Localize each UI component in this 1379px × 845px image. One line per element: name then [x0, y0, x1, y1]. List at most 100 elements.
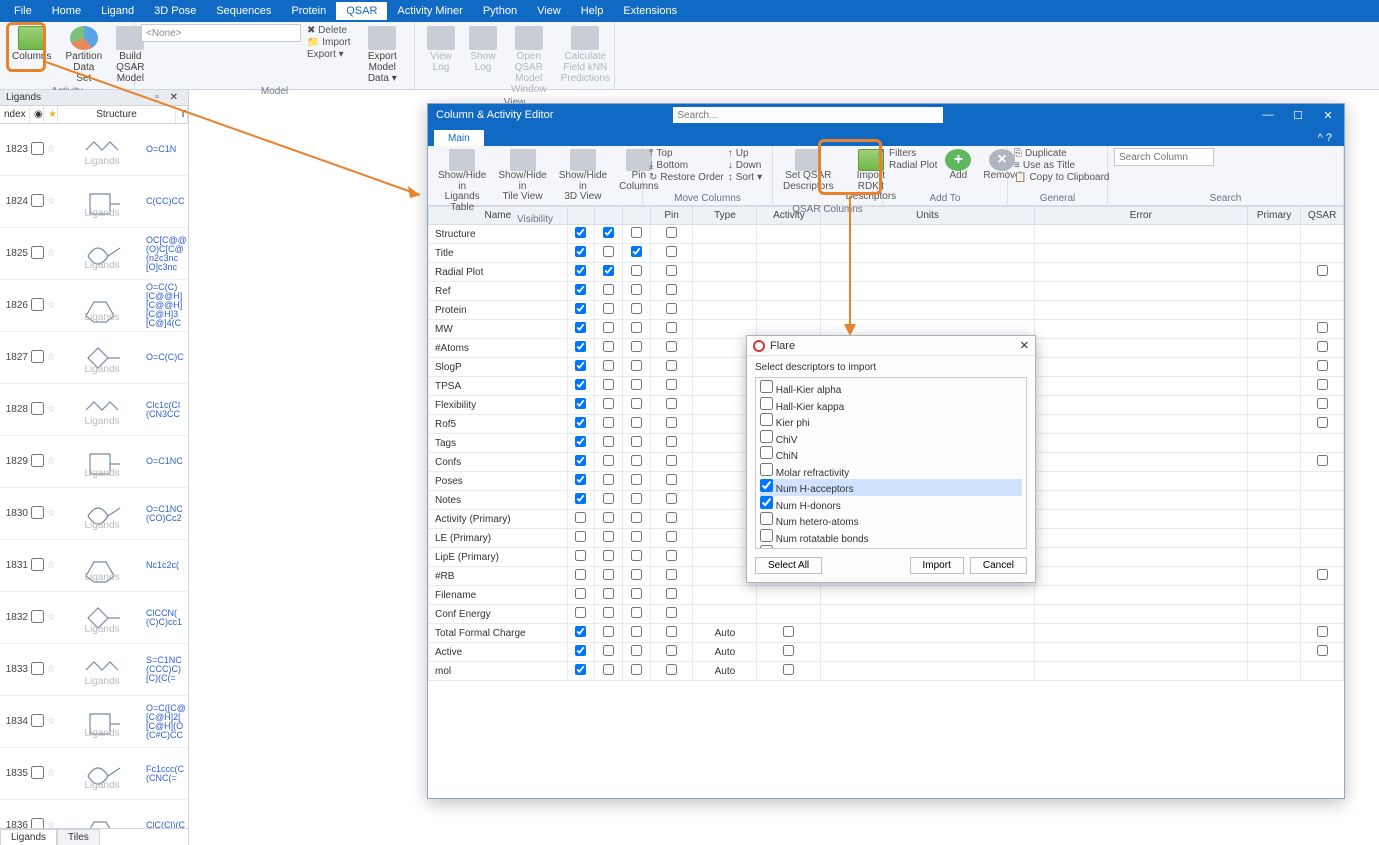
table-row[interactable]: molAuto [429, 662, 1344, 681]
close-icon[interactable]: ✕ [1320, 109, 1336, 122]
menu-view[interactable]: View [527, 2, 571, 20]
tab-tiles[interactable]: Tiles [57, 829, 100, 845]
table-header[interactable]: Error [1034, 207, 1247, 225]
descriptor-item[interactable]: Hall-Kier kappa [760, 397, 1022, 414]
star-icon[interactable]: ☆ [44, 716, 58, 727]
panel-controls[interactable]: ▫ ✕ [155, 92, 182, 103]
descriptor-item[interactable]: Molar refractivity [760, 463, 1022, 480]
menu-3d-pose[interactable]: 3D Pose [144, 2, 206, 20]
partition-button[interactable]: PartitionData Set [59, 24, 108, 86]
sort[interactable]: ↕ Sort ▾ [728, 172, 762, 183]
ligand-row[interactable]: 1824☆LigandsC(CC)CC [0, 176, 188, 228]
descriptor-item[interactable]: Num rotatable bonds [760, 529, 1022, 546]
ligand-checkbox[interactable] [30, 662, 44, 678]
star-icon[interactable]: ☆ [44, 560, 58, 571]
dialog-close-icon[interactable]: ✕ [1020, 339, 1029, 352]
columns-button[interactable]: Columns [6, 24, 57, 64]
descriptor-item[interactable]: Kier phi [760, 413, 1022, 430]
descriptor-item[interactable]: Num H-donors [760, 496, 1022, 513]
restore-order[interactable]: ↻ Restore Order [649, 172, 724, 183]
ligand-checkbox[interactable] [30, 194, 44, 210]
editor-titlebar[interactable]: Column & Activity Editor — ☐ ✕ [428, 104, 1344, 126]
star-icon[interactable]: ☆ [44, 144, 58, 155]
use-as-title-link[interactable]: ≡ Use as Title [1014, 160, 1110, 171]
tab-ligands[interactable]: Ligands [0, 829, 57, 845]
descriptor-item[interactable]: Num H-acceptors [760, 479, 1022, 496]
col-index[interactable]: ndex [0, 106, 30, 123]
ligands-list[interactable]: 1823☆LigandsO=C1N1824☆LigandsC(CC)CC1825… [0, 124, 188, 828]
ligand-row[interactable]: 1833☆LigandsS=C1NC(CCC)C)[C)(C(= [0, 644, 188, 696]
select-all-button[interactable]: Select All [755, 557, 822, 574]
star-icon[interactable]: ☆ [44, 820, 58, 828]
ligand-checkbox[interactable] [30, 506, 44, 522]
ligand-checkbox[interactable] [30, 298, 44, 314]
add-button[interactable]: Add [941, 148, 975, 183]
star-icon[interactable]: ☆ [44, 196, 58, 207]
ligand-checkbox[interactable] [30, 454, 44, 470]
help-icon[interactable]: ^ ? [1312, 130, 1338, 146]
menu-activity-miner[interactable]: Activity Miner [387, 2, 472, 20]
move-down[interactable]: ↓ Down [728, 160, 762, 171]
table-header[interactable]: Primary [1247, 207, 1300, 225]
menu-ligand[interactable]: Ligand [91, 2, 144, 20]
table-header[interactable]: Pin [650, 207, 693, 225]
editor-search-input[interactable] [673, 107, 943, 123]
menu-python[interactable]: Python [473, 2, 527, 20]
ligand-row[interactable]: 1834☆LigandsO=C([C@[C@H]2[[C@H](O(C#C)CC [0, 696, 188, 748]
ligand-row[interactable]: 1828☆LigandsClc1c(Cl(CN3CC [0, 384, 188, 436]
star-icon[interactable]: ☆ [44, 508, 58, 519]
table-header[interactable]: QSAR [1301, 207, 1344, 225]
col-structure[interactable]: Structure [58, 106, 176, 123]
model-dropdown[interactable] [141, 24, 301, 42]
show-hide-3d-view[interactable]: Show/Hide in3D View [555, 148, 611, 204]
table-row[interactable]: Total Formal ChargeAuto [429, 624, 1344, 643]
table-row[interactable]: Radial Plot [429, 263, 1344, 282]
table-row[interactable]: Protein [429, 301, 1344, 320]
ligand-row[interactable]: 1836☆LigandsClC(Cl)(C [0, 800, 188, 828]
menu-home[interactable]: Home [42, 2, 91, 20]
ligand-row[interactable]: 1826☆LigandsO=C(C)[C@@H][C@@H][C@H]3[C@]… [0, 280, 188, 332]
table-row[interactable]: Structure [429, 225, 1344, 244]
star-icon[interactable]: ☆ [44, 768, 58, 779]
show-hide-tile-view[interactable]: Show/Hide inTile View [494, 148, 550, 204]
ligand-checkbox[interactable] [30, 766, 44, 782]
ligand-row[interactable]: 1830☆LigandsO=C1NC(CO)Cc2 [0, 488, 188, 540]
ligand-checkbox[interactable] [30, 350, 44, 366]
ligand-row[interactable]: 1832☆LigandsClCCN((C)C)cc1 [0, 592, 188, 644]
star-icon[interactable]: ☆ [44, 248, 58, 259]
import-model[interactable]: 📁 Import [307, 37, 351, 48]
search-column-input[interactable] [1114, 148, 1214, 166]
move-top[interactable]: ⤒ Top [649, 148, 724, 159]
descriptor-item[interactable]: Num hetero-atoms [760, 512, 1022, 529]
ligand-checkbox[interactable] [30, 402, 44, 418]
maximize-icon[interactable]: ☐ [1290, 109, 1306, 122]
move-up[interactable]: ↑ Up [728, 148, 762, 159]
menu-help[interactable]: Help [571, 2, 614, 20]
descriptor-item[interactable]: ChiN [760, 446, 1022, 463]
minimize-icon[interactable]: — [1260, 109, 1276, 122]
move-bottom[interactable]: ⤓ Bottom [649, 160, 724, 171]
table-row[interactable]: Conf Energy [429, 605, 1344, 624]
ligand-checkbox[interactable] [30, 142, 44, 158]
export-model-data[interactable]: Export ModelData ▾ [357, 24, 408, 86]
ligand-checkbox[interactable] [30, 818, 44, 829]
import-button[interactable]: Import [910, 557, 964, 574]
menu-file[interactable]: File [4, 2, 42, 20]
descriptor-list[interactable]: Hall-Kier alpha Hall-Kier kappa Kier phi… [755, 377, 1027, 549]
delete-model[interactable]: ✖ Delete [307, 25, 351, 36]
star-icon[interactable]: ☆ [44, 352, 58, 363]
radial-plot-link[interactable]: Radial Plot [889, 160, 937, 171]
star-icon[interactable]: ☆ [44, 612, 58, 623]
export-model[interactable]: Export ▾ [307, 49, 351, 60]
ligand-row[interactable]: 1823☆LigandsO=C1N [0, 124, 188, 176]
show-hide-ligands-table[interactable]: Show/Hide inLigands Table [434, 148, 490, 214]
star-icon[interactable]: ☆ [44, 300, 58, 311]
ligand-row[interactable]: 1825☆LigandsOC[C@@(O)C[C@(n2c3nc[O]c3nc [0, 228, 188, 280]
ligand-checkbox[interactable] [30, 246, 44, 262]
ligand-row[interactable]: 1827☆LigandsO=C(C)C [0, 332, 188, 384]
ligand-row[interactable]: 1835☆LigandsFc1ccc(C(CNC(= [0, 748, 188, 800]
table-header[interactable]: Type [693, 207, 757, 225]
star-icon[interactable]: ☆ [44, 456, 58, 467]
star-icon[interactable]: ☆ [44, 404, 58, 415]
table-row[interactable]: ActiveAuto [429, 643, 1344, 662]
